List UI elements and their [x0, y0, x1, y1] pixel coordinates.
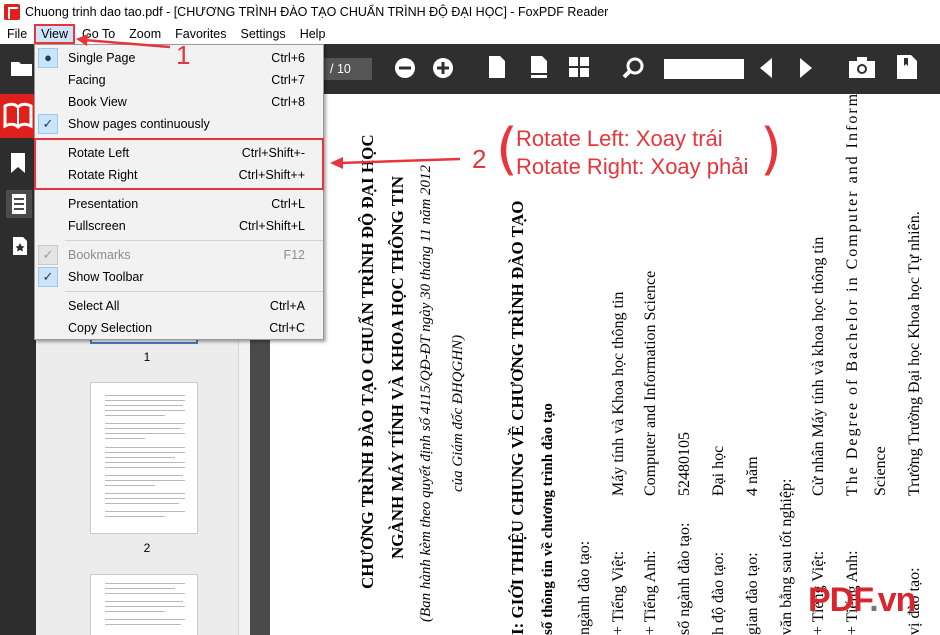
annotation-step-2: 2 [472, 144, 487, 174]
annotation-rotate-left: Rotate Left: Xoay trái [516, 126, 723, 151]
annotation-close-paren: ) [760, 117, 782, 182]
foxpdf-window: Chuong trinh dao tao.pdf - [CHƯƠNG TRÌNH… [0, 0, 940, 635]
annotation-step-1: 1 [176, 40, 191, 70]
annotation-rotate-right: Rotate Right: Xoay phải [516, 154, 749, 179]
annotation-open-paren: ( [496, 117, 518, 182]
pdf-vn-watermark: PDF.vn [808, 581, 916, 619]
annotation-arrows [76, 34, 461, 169]
